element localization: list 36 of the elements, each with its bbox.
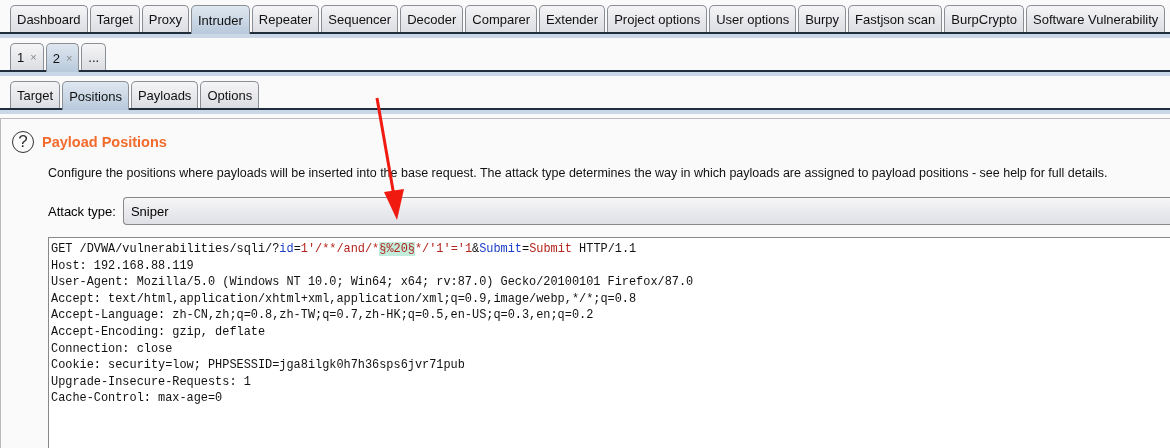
tab[interactable]: Payloads [130,81,199,108]
tab[interactable]: Decoder [400,5,464,32]
request-header-line: Cache-Control: max-age=0 [51,390,224,407]
request-header-line: Upgrade-Insecure-Requests: 1 [51,373,252,391]
request-header-line: Accept-Encoding: gzip, deflate [51,323,267,341]
tab[interactable]: Software Vulnerability [1026,5,1166,32]
tab[interactable]: Burpy [798,5,847,32]
tab[interactable]: Positions [62,81,129,110]
tab[interactable]: Comparer [465,5,538,32]
request-header-line: Connection: close [51,340,174,358]
tab[interactable]: Target [10,81,61,108]
request-header-line: Accept: text/html,application/xhtml+xml,application/xml;q=0.9,image/webp,*/*;q=0.8 [51,290,638,308]
tab[interactable]: 2 × [45,43,80,72]
tab[interactable]: Target [89,5,140,32]
tab[interactable]: Intruder [191,5,250,34]
tab[interactable]: Repeater [251,5,320,32]
attack-type-label: Attack type: [48,203,116,219]
request-header-line: User-Agent: Mozilla/5.0 (Windows NT 10.0; Win64; x64; rv:87.0) Gecko/20100101 Firefox/87.0 [51,274,695,291]
tab[interactable]: Project options [607,5,708,32]
tab[interactable]: Fastjson scan [848,5,943,32]
tab[interactable]: 1 × [10,43,44,70]
tab[interactable]: ... [81,43,107,70]
tab[interactable]: BurpCrypto [944,5,1025,32]
request-header-line: Cookie: security=low; PHPSESSID=jga8ilgk0h7h36sps6jvr71pub [51,357,466,374]
attack-type-dropdown[interactable]: Sniper [122,197,1170,225]
tab[interactable]: Proxy [141,5,189,32]
tab[interactable]: User options [709,5,797,32]
request-editor[interactable] [48,237,1170,448]
tab[interactable]: Extender [539,5,606,32]
tab[interactable]: Sequencer [321,5,399,32]
tab[interactable]: Options [200,81,260,108]
request-header-line: Host: 192.168.88.119 [51,257,195,275]
section-title: Payload Positions [42,134,167,150]
tab[interactable]: Dashboard [10,5,88,32]
request-header-line: Accept-Language: zh-CN,zh;q=0.8,zh-TW;q=0.7,zh-HK;q=0.5,en-US;q=0.3,en;q=0.2 [51,307,595,324]
request-line: GET /DVWA/vulnerabilities/sqli/?id=1'/**/and/*§%20§*/'1'='1&Submit=Submit HTTP/1.1 [51,241,638,258]
